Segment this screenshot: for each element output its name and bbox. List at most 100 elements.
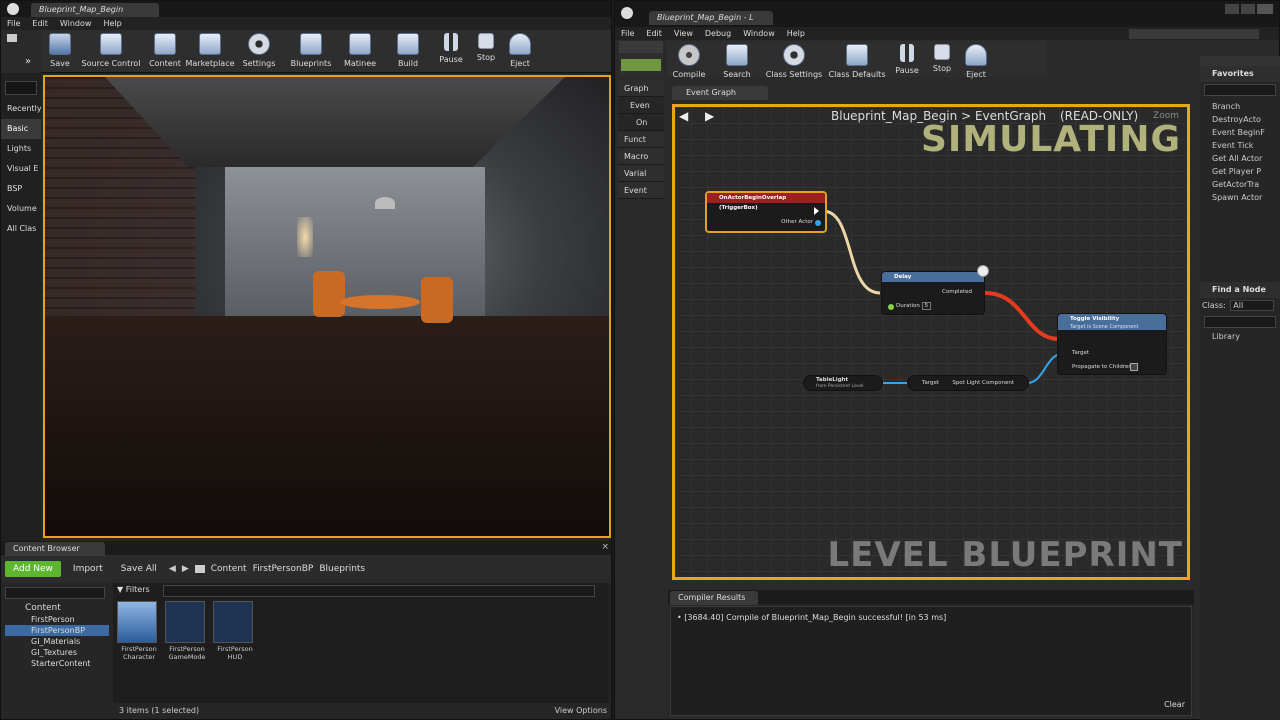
bp-search-button[interactable]: Search [711, 41, 763, 83]
fav-get-all-actors[interactable]: Get All Actor [1200, 152, 1280, 165]
menu-window[interactable]: Window [60, 17, 92, 30]
asset-firstperson-gamemode[interactable]: FirstPerson GameMode [165, 601, 209, 661]
mode-visual-effects[interactable]: Visual E [1, 159, 41, 179]
object-pin[interactable] [815, 220, 821, 226]
delay-node[interactable]: Delay Completed Duration 5 [881, 271, 985, 315]
spot-target-pin[interactable]: Target [922, 380, 939, 386]
class-dropdown[interactable]: All [1230, 300, 1275, 311]
bp-menu-window[interactable]: Window [743, 27, 775, 40]
duration-value[interactable]: 5 [921, 302, 932, 310]
fav-event-tick[interactable]: Event Tick [1200, 139, 1280, 152]
mode-recently[interactable]: Recently [1, 99, 41, 119]
minimize-button[interactable] [1225, 4, 1239, 14]
expand-chevron-icon[interactable]: » [25, 56, 31, 67]
on-event-item[interactable]: On [618, 114, 664, 131]
spot-light-getter-node[interactable]: Target Spot Light Component [907, 375, 1029, 391]
event-graph-canvas[interactable]: ◀ ▶ Blueprint_Map_Begin > EventGraph (RE… [672, 104, 1190, 580]
tablelight-node[interactable]: TableLight from Persistent Level [803, 375, 883, 391]
save-all-button[interactable]: Save All [115, 564, 163, 574]
mode-basic[interactable]: Basic [1, 119, 41, 139]
asset-firstperson-character[interactable]: FirstPerson Character [117, 601, 161, 661]
exec-out-pin[interactable] [814, 207, 819, 215]
close-button[interactable] [1257, 4, 1273, 14]
level-viewport[interactable] [43, 75, 611, 538]
propagate-pin[interactable]: Propagate to Children [1072, 364, 1132, 370]
breadcrumb-blueprints[interactable]: Blueprints [319, 564, 365, 574]
completed-pin[interactable]: Completed [942, 289, 972, 295]
propagate-checkbox[interactable] [1130, 363, 1138, 371]
import-button[interactable]: Import [67, 564, 109, 574]
find-node-search-input[interactable] [1204, 316, 1276, 328]
content-browser-tab[interactable]: Content Browser [5, 542, 105, 556]
maximize-button[interactable] [1241, 4, 1255, 14]
bp-menu-view[interactable]: View [674, 27, 693, 40]
fav-get-actor-transform[interactable]: GetActorTra [1200, 178, 1280, 191]
mode-all-classes[interactable]: All Clas [1, 219, 41, 239]
bp-menu-file[interactable]: File [621, 27, 634, 40]
tree-startercontent[interactable]: StarterContent [5, 658, 109, 669]
breakpoint-icon[interactable] [977, 265, 989, 277]
compiler-results-tab[interactable]: Compiler Results [670, 591, 758, 605]
view-options-button[interactable]: View Options [555, 706, 607, 715]
bp-menu-debug[interactable]: Debug [705, 27, 731, 40]
event-graph-tab[interactable]: Event Graph [672, 86, 768, 100]
my-blueprint-tab[interactable] [619, 41, 663, 53]
content-button[interactable]: Content [143, 30, 187, 72]
marketplace-button[interactable]: Marketplace [185, 30, 235, 72]
duration-pin[interactable]: Duration 5 [896, 302, 932, 310]
folder-search-input[interactable] [5, 587, 105, 599]
favorites-search-input[interactable] [1204, 84, 1276, 96]
menu-file[interactable]: File [7, 17, 20, 30]
save-button[interactable]: Save [41, 30, 79, 72]
target-pin[interactable]: Target [1072, 350, 1089, 356]
level-tab[interactable]: Blueprint_Map_Begin [31, 3, 159, 17]
clear-button[interactable]: Clear [1164, 700, 1185, 709]
favorites-header[interactable]: Favorites [1200, 66, 1280, 82]
tree-gi-materials[interactable]: GI_Materials [5, 636, 109, 647]
bp-menu-edit[interactable]: Edit [646, 27, 662, 40]
macros-category[interactable]: Macro [618, 148, 664, 165]
graph-category[interactable]: Graph [618, 80, 664, 97]
mode-bsp[interactable]: BSP [1, 179, 41, 199]
event-dispatchers-category[interactable]: Event [618, 182, 664, 199]
fav-branch[interactable]: Branch [1200, 100, 1280, 113]
build-button[interactable]: Build [383, 30, 433, 72]
fav-spawn-actor[interactable]: Spawn Actor [1200, 191, 1280, 204]
variables-category[interactable]: Varial [618, 165, 664, 182]
matinee-button[interactable]: Matinee [337, 30, 383, 72]
search-field[interactable] [1129, 29, 1259, 39]
fav-destroy-actor[interactable]: DestroyActo [1200, 113, 1280, 126]
breadcrumb-content[interactable]: Content [211, 564, 247, 574]
add-new-button[interactable]: Add New [5, 561, 61, 577]
menu-help[interactable]: Help [103, 17, 121, 30]
asset-firstperson-hud[interactable]: FirstPerson HUD [213, 601, 257, 661]
close-icon[interactable]: × [601, 542, 609, 552]
bp-pause-button[interactable]: Pause [889, 41, 925, 83]
tree-gi-textures[interactable]: GI_Textures [5, 647, 109, 658]
tree-firstperson[interactable]: FirstPerson [5, 614, 109, 625]
other-actor-pin[interactable]: Other Actor [781, 219, 813, 225]
breadcrumb-firstpersonbp[interactable]: FirstPersonBP [253, 564, 314, 574]
event-graph-item[interactable]: Even [618, 97, 664, 114]
blueprints-button[interactable]: Blueprints [285, 30, 337, 72]
class-defaults-button[interactable]: Class Defaults [825, 41, 889, 83]
bp-eject-button[interactable]: Eject [959, 41, 993, 83]
modes-search-input[interactable] [5, 81, 37, 95]
eject-button[interactable]: Eject [503, 30, 537, 72]
compile-button[interactable]: Compile [667, 41, 711, 83]
pause-button[interactable]: Pause [433, 30, 469, 72]
mode-volumes[interactable]: Volume [1, 199, 41, 219]
library-item[interactable]: Library [1200, 330, 1280, 343]
on-actor-begin-overlap-node[interactable]: OnActorBeginOverlap (TriggerBox) Other A… [705, 191, 827, 233]
menu-edit[interactable]: Edit [32, 17, 48, 30]
source-control-button[interactable]: Source Control [79, 30, 143, 72]
back-arrow-icon[interactable]: ◀ [169, 564, 176, 574]
filters-button[interactable]: ▼ Filters [117, 585, 150, 594]
spot-out-pin[interactable]: Spot Light Component [952, 380, 1014, 386]
class-settings-button[interactable]: Class Settings [763, 41, 825, 83]
bp-menu-help[interactable]: Help [787, 27, 805, 40]
functions-category[interactable]: Funct [618, 131, 664, 148]
asset-search-input[interactable] [163, 585, 595, 597]
fav-event-beginplay[interactable]: Event BeginF [1200, 126, 1280, 139]
stop-button[interactable]: Stop [469, 30, 503, 72]
